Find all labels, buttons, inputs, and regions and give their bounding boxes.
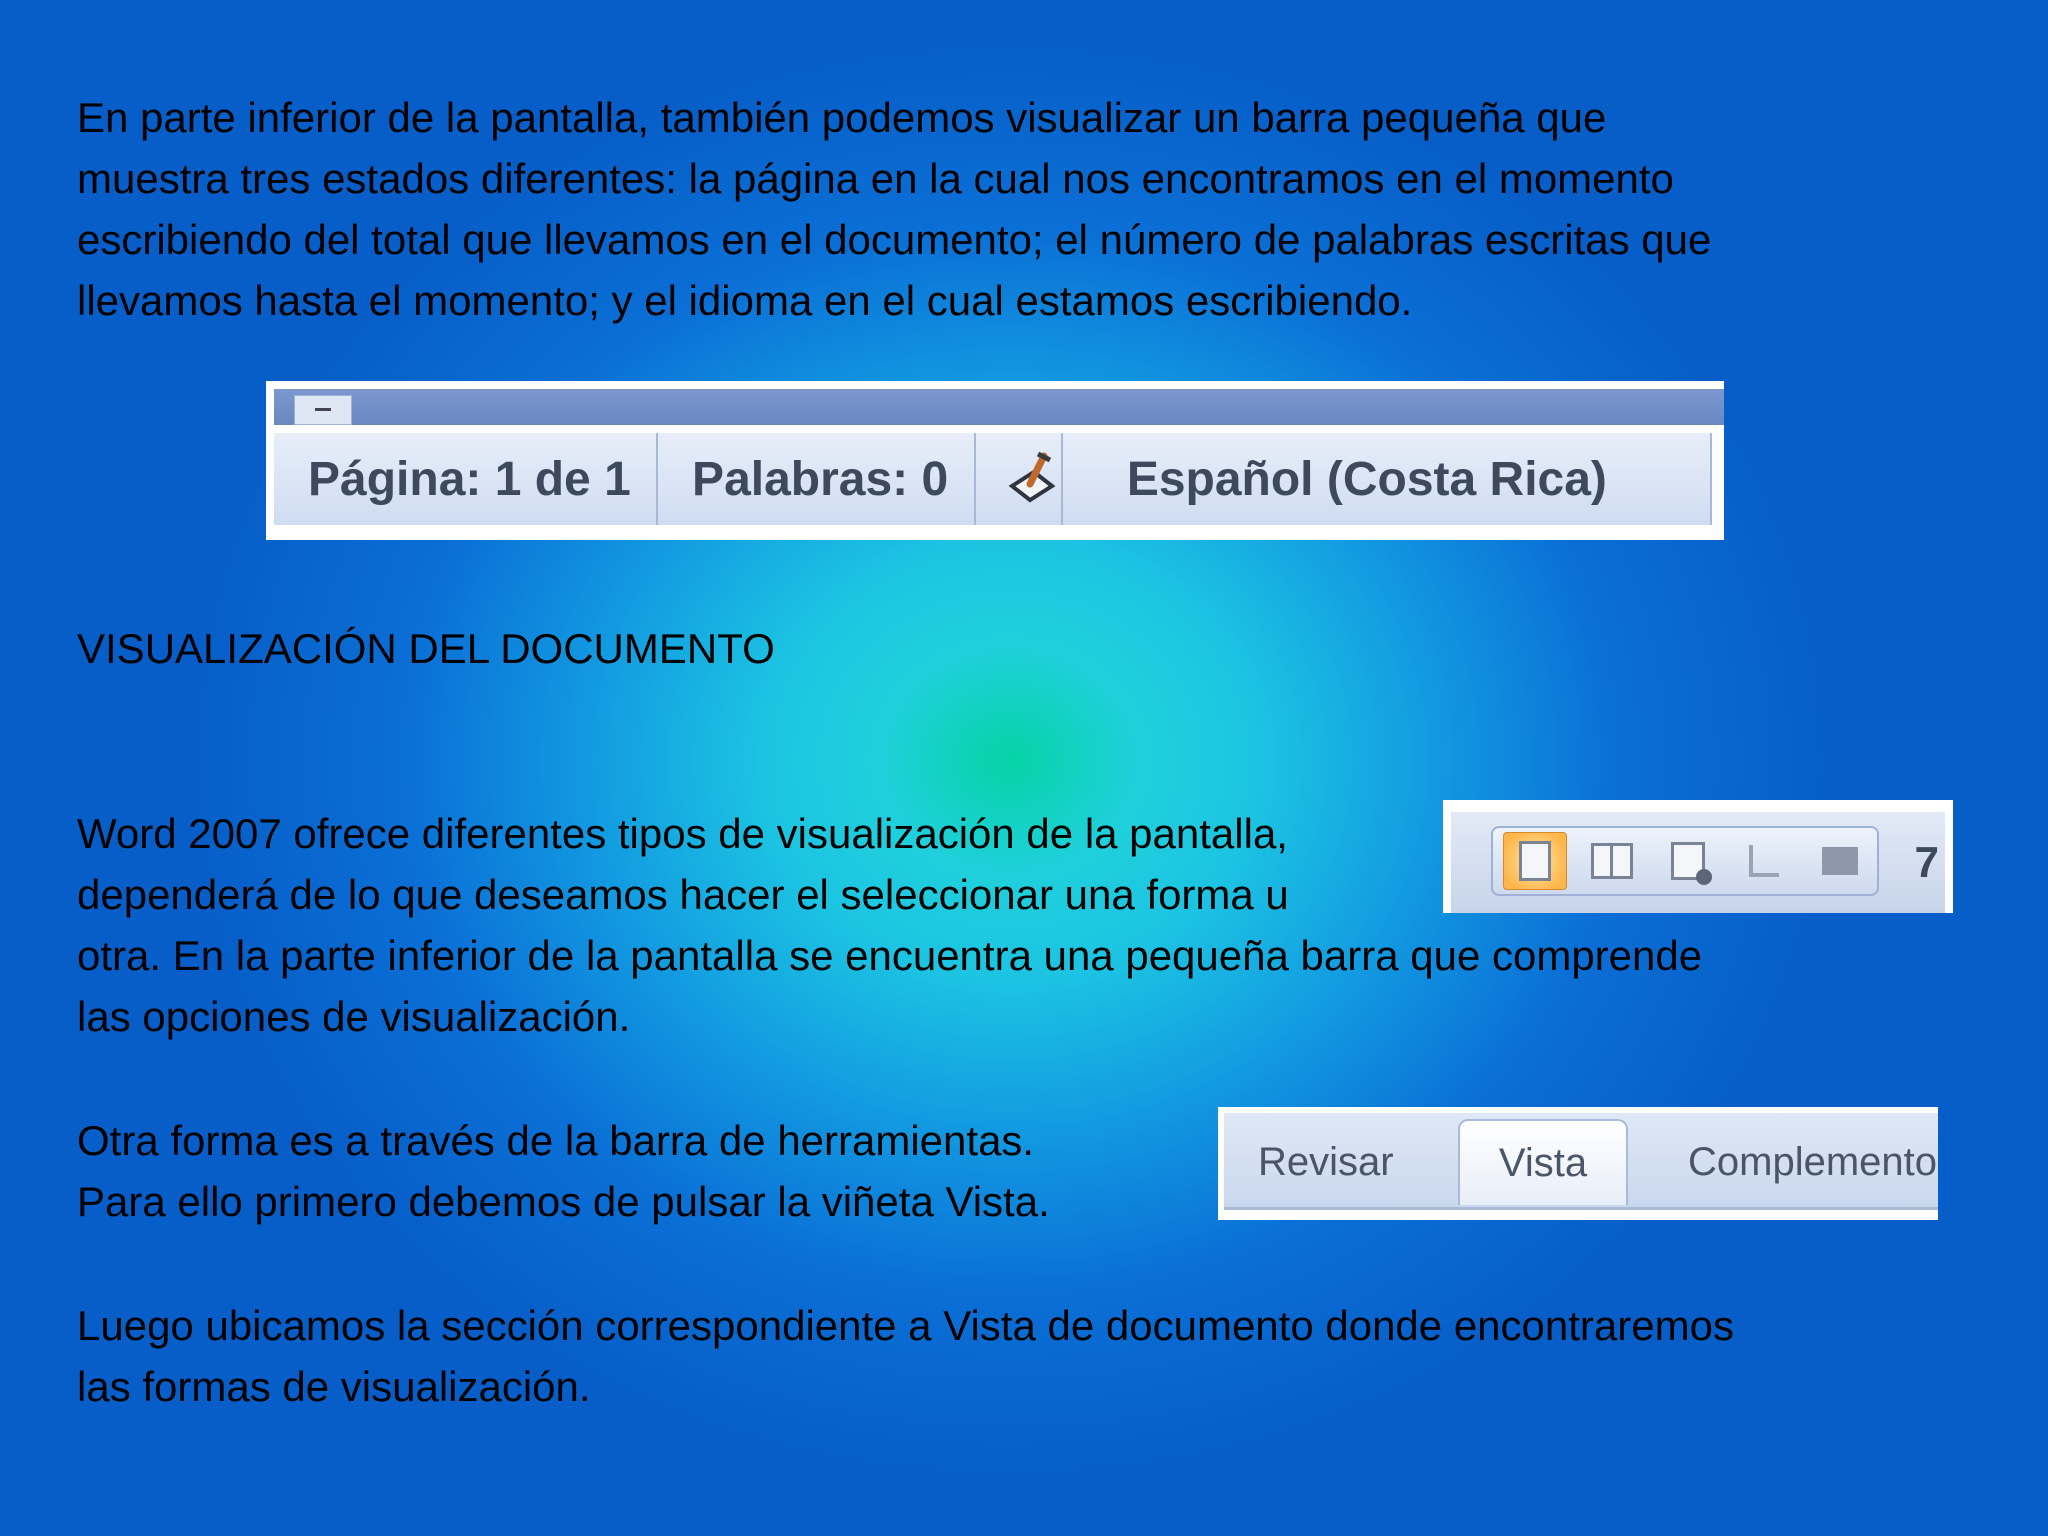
- web-layout-icon: [1671, 842, 1712, 885]
- spellcheck-icon: [1008, 451, 1056, 503]
- view-buttons-group: [1491, 826, 1879, 896]
- status-bar-screenshot: Página: 1 de 1 Palabras: 0 Español (Cost…: [266, 381, 1724, 540]
- draft-button[interactable]: [1809, 833, 1871, 889]
- web-layout-button[interactable]: [1657, 833, 1719, 889]
- tab-vista[interactable]: Vista: [1458, 1119, 1628, 1205]
- intro-paragraph: En parte inferior de la pantalla, tambié…: [77, 87, 1711, 331]
- views-line: las opciones de visualización.: [77, 993, 631, 1040]
- status-language[interactable]: Español (Costa Rica): [1063, 433, 1713, 525]
- section-title: VISUALIZACIÓN DEL DOCUMENTO: [77, 625, 775, 672]
- ribbon-tabs-divider: [1224, 1207, 1938, 1210]
- views-line: otra. En la parte inferior de la pantall…: [77, 932, 1703, 979]
- print-layout-button[interactable]: [1503, 832, 1567, 890]
- intro-line: muestra tres estados diferentes: la pági…: [77, 155, 1674, 202]
- minimize-icon: [315, 408, 331, 411]
- final-line: Luego ubicamos la sección correspondient…: [77, 1302, 1734, 1349]
- view-buttons-screenshot: 7: [1443, 800, 1953, 913]
- outline-button[interactable]: [1733, 833, 1795, 889]
- draft-icon: [1822, 847, 1858, 875]
- intro-line: En parte inferior de la pantalla, tambié…: [77, 94, 1607, 141]
- status-bar-top-strip: [274, 389, 1724, 425]
- full-screen-reading-button[interactable]: [1581, 833, 1643, 889]
- toolbar-line: Otra forma es a través de la barra de he…: [77, 1117, 1035, 1164]
- final-paragraph: Luego ubicamos la sección correspondient…: [77, 1295, 1734, 1417]
- final-line: las formas de visualización.: [77, 1363, 591, 1410]
- status-page-count[interactable]: Página: 1 de 1: [274, 433, 659, 525]
- view-buttons-bar: 7: [1451, 812, 1945, 913]
- ribbon-tabs-screenshot: Revisar Vista Complemento: [1218, 1107, 1938, 1220]
- status-word-count[interactable]: Palabras: 0: [658, 433, 977, 525]
- status-bar: Página: 1 de 1 Palabras: 0 Español (Cost…: [274, 433, 1713, 525]
- full-screen-reading-icon: [1591, 843, 1633, 879]
- minimize-button[interactable]: [294, 395, 352, 425]
- print-layout-icon: [1519, 841, 1551, 881]
- tab-complementos[interactable]: Complemento: [1688, 1119, 1937, 1205]
- tab-revisar[interactable]: Revisar: [1258, 1119, 1394, 1205]
- intro-line: escribiendo del total que llevamos en el…: [77, 216, 1712, 263]
- spellcheck-button[interactable]: [976, 433, 1063, 525]
- toolbar-paragraph: Otra forma es a través de la barra de he…: [77, 1110, 1050, 1232]
- outline-icon: [1749, 845, 1779, 877]
- intro-line: llevamos hasta el momento; y el idioma e…: [77, 277, 1413, 324]
- toolbar-line: Para ello primero debemos de pulsar la v…: [77, 1178, 1050, 1225]
- zoom-level: 7: [1914, 838, 1939, 887]
